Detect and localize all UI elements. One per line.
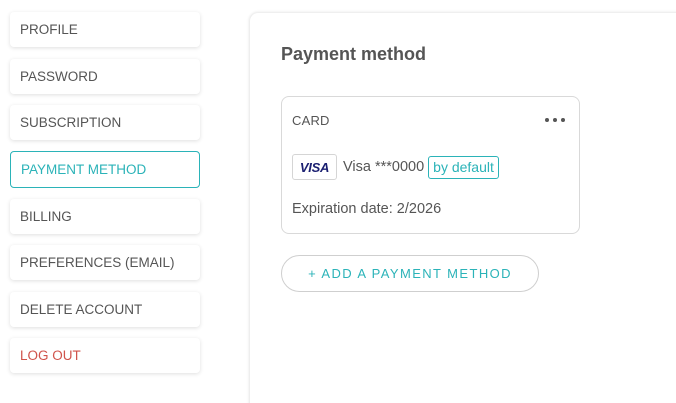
- payment-card: CARD VISA Visa ***0000 by default Expira…: [281, 96, 580, 234]
- add-payment-method-button[interactable]: + ADD A PAYMENT METHOD: [281, 255, 539, 292]
- sidebar-item-profile[interactable]: PROFILE: [10, 12, 200, 47]
- card-info-row: VISA Visa ***0000 by default: [292, 154, 499, 180]
- default-badge: by default: [428, 155, 499, 179]
- card-type-label: CARD: [292, 113, 330, 128]
- sidebar-item-log-out[interactable]: LOG OUT: [10, 338, 200, 373]
- payment-method-panel: Payment method CARD VISA Visa ***0000 by…: [250, 13, 676, 403]
- visa-logo-icon: VISA: [292, 154, 337, 180]
- sidebar-item-delete-account[interactable]: DELETE ACCOUNT: [10, 292, 200, 327]
- more-horizontal-icon[interactable]: [545, 115, 565, 125]
- expiration-date: Expiration date: 2/2026: [292, 201, 442, 217]
- page-title: Payment method: [281, 44, 427, 64]
- sidebar-item-payment-method[interactable]: PAYMENT METHOD: [10, 151, 200, 188]
- sidebar-item-subscription[interactable]: SUBSCRIPTION: [10, 105, 200, 140]
- sidebar-item-password[interactable]: PASSWORD: [10, 59, 200, 94]
- settings-page: PROFILE PASSWORD SUBSCRIPTION PAYMENT ME…: [0, 0, 676, 403]
- masked-card-number: Visa ***0000: [343, 159, 425, 175]
- sidebar-item-billing[interactable]: BILLING: [10, 199, 200, 234]
- sidebar-item-preferences-email[interactable]: PREFERENCES (EMAIL): [10, 245, 200, 280]
